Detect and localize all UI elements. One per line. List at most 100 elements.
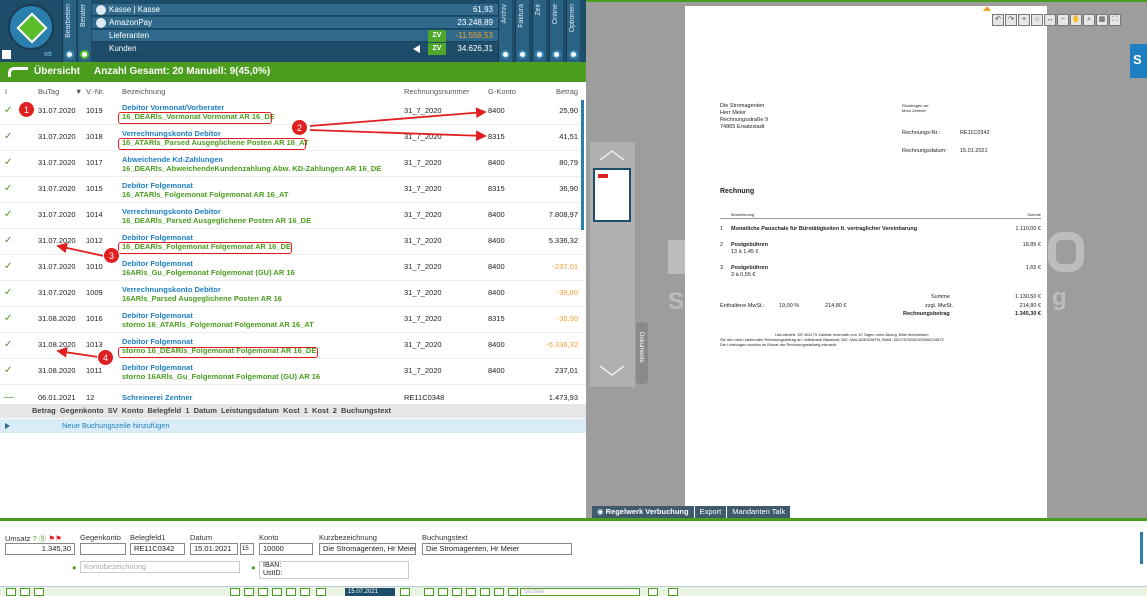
total-value: 1.345,30 € (1015, 311, 1041, 317)
vat-plus-value: 214,80 € (1019, 303, 1041, 309)
buchungstext-input[interactable]: Die Stromagenten, Hr Meier (422, 543, 572, 555)
umsatz-input[interactable]: 1.345,30 (5, 543, 75, 555)
booking-subheader: Betrag Gegenkonto SV Konto Belegfeld 1 D… (0, 404, 586, 418)
circle-icon[interactable]: ○ (1031, 14, 1043, 26)
item-title: Monatliche Pauschale für Bürotätigkeiten… (731, 226, 918, 232)
sender-street: Rechnungsstraße 9 (720, 117, 768, 123)
gegenkonto-input[interactable] (80, 543, 126, 555)
list-icon[interactable] (316, 588, 326, 596)
sender-name: Die Stromagenten (720, 103, 765, 109)
item-number: 1 (720, 226, 724, 232)
add-booking-row[interactable]: Neue Buchungszeile hinzufügen (0, 419, 586, 433)
settings-icon[interactable] (230, 588, 240, 596)
watermark-right-letter: g (1052, 284, 1067, 311)
fullscreen-icon[interactable]: ⛶ (1109, 14, 1121, 26)
tab-regelwerk[interactable]: ◉ Regelwerk Verbuchung (592, 506, 694, 518)
page-marker-icon (983, 6, 991, 11)
gegenkonto-label: Gegenkonto (80, 533, 121, 542)
tab-mandanten-talk[interactable]: Mandanten Talk (727, 506, 791, 518)
undo-icon[interactable]: ↶ (992, 14, 1004, 26)
zoom-out-icon[interactable]: − (1057, 14, 1069, 26)
transfer-icon[interactable] (258, 588, 268, 596)
tab-label: Regelwerk Verbuchung (605, 507, 689, 516)
invoice-number-label: Rechnungs-Nr.: (902, 130, 941, 136)
link-icon[interactable] (34, 588, 44, 596)
monitor-icon[interactable] (20, 588, 30, 596)
grid-icon[interactable]: ▦ (1096, 14, 1108, 26)
flag-icon[interactable]: ⚑⚑ (48, 534, 61, 543)
buchung-label: Buchungstext (422, 533, 468, 542)
upload-icon[interactable] (244, 588, 254, 596)
list-view-icon[interactable] (452, 588, 462, 596)
report-icon[interactable] (272, 588, 282, 596)
table-icon[interactable] (438, 588, 448, 596)
side-panel-tab[interactable]: S (1130, 44, 1147, 78)
help-circle-icon[interactable] (508, 588, 518, 596)
bank-info-field[interactable]: IBAN: UstID: (259, 561, 409, 579)
belegfeld1-label: Belegfeld1 (130, 533, 166, 542)
datum-input[interactable]: 15.01.2021 (190, 543, 238, 555)
thumbs-down-icon[interactable] (598, 364, 626, 378)
vat-label: Enthaltene MwSt.: (720, 303, 765, 309)
period-date[interactable]: 15.07.2021 (345, 588, 395, 596)
vat-plus-label: zzgl. MwSt. (925, 303, 954, 309)
sender-contact: Herr Meier (720, 110, 746, 116)
redo-icon[interactable]: ↷ (1005, 14, 1017, 26)
filter-icon[interactable] (286, 588, 296, 596)
bottom-toolbar: 15.07.2021 Suchen (0, 586, 1147, 596)
invoice-date-label: Rechnungsdatum: (902, 148, 947, 154)
comment-icon[interactable] (480, 588, 490, 596)
search-input[interactable]: Suchen (520, 588, 640, 596)
viewer-toolbar: ↶ ↷ + ○ ↔ − ✋ ⌕ ▦ ⛶ (992, 14, 1138, 28)
zoom-in-icon[interactable]: + (1018, 14, 1030, 26)
expand-arrow-icon (5, 423, 10, 429)
hand-icon[interactable]: ✋ (1070, 14, 1082, 26)
calendar-icon[interactable]: 15 (240, 543, 254, 555)
sender-city: 74865 Ersatzstadt (720, 124, 765, 130)
new-icon[interactable] (6, 588, 16, 596)
footer-line-3: Die Leistungen wurden im Monat der Rechn… (720, 342, 838, 347)
col-sum: Summe (1027, 212, 1041, 217)
print-icon[interactable] (648, 588, 658, 596)
invoice-date-value: 15.01.2021 (960, 148, 988, 154)
search-icon[interactable]: ⌕ (1083, 14, 1095, 26)
tab-export[interactable]: Export (694, 506, 727, 518)
star-icon[interactable] (424, 588, 434, 596)
col-description: Bezeichnung (731, 212, 755, 217)
form-scrollbar[interactable] (1140, 532, 1143, 564)
ustid-label: UstID: (263, 570, 283, 577)
viewer-top-line (586, 0, 1147, 2)
message-icon[interactable] (494, 588, 504, 596)
watermark-right-block (1048, 232, 1084, 272)
date-picker-icon[interactable] (400, 588, 410, 596)
item-number: 2 (720, 242, 724, 248)
kurz-input[interactable]: Die Stromagenten, Hr Meier (319, 543, 416, 555)
belegfeld1-input[interactable]: RE11C0342 (130, 543, 185, 555)
help-icon[interactable]: ? (33, 534, 37, 543)
vat-base: 214,80 € (825, 303, 847, 309)
kurz-label: Kurzbezeichnung (319, 533, 377, 542)
total-label: Rechnungsbetrag (903, 311, 950, 317)
side-panel-letter: S (1133, 52, 1142, 67)
invoice-number-value: RE11C0342 (960, 130, 990, 136)
save-icon[interactable] (668, 588, 678, 596)
documents-label: Dokumente (638, 332, 644, 363)
item-amount: 1,65 € (1025, 265, 1041, 271)
item-number: 3 (720, 265, 724, 271)
item-amount: 1.110,00 € (1015, 226, 1041, 232)
thumbs-up-icon[interactable] (598, 148, 626, 162)
kontobezeichnung-field[interactable]: Kontobezeichnung (80, 561, 240, 573)
folder-icon[interactable] (300, 588, 310, 596)
konto-input[interactable]: 10000 (259, 543, 313, 555)
page-thumbnails (590, 142, 635, 387)
documents-side-tab[interactable]: Dokumente (636, 322, 648, 384)
item-title: Postgebühren (731, 242, 768, 248)
sum-label: Summe (931, 294, 950, 300)
table-rule (720, 218, 1041, 219)
annotation-badge-3: 3 (103, 247, 120, 264)
annotation-badge-4: 4 (97, 349, 114, 366)
page-thumbnail[interactable] (593, 168, 631, 222)
sh-icon[interactable]: Ⓢ (39, 534, 47, 543)
fit-width-icon[interactable]: ↔ (1044, 14, 1056, 26)
chat-icon[interactable] (466, 588, 476, 596)
